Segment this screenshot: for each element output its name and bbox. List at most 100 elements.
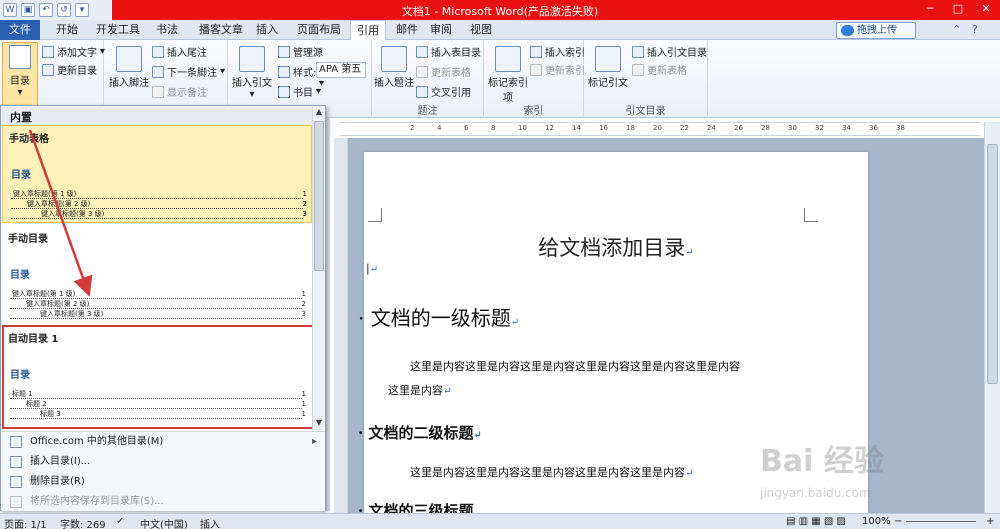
insert-caption-button[interactable]: 插入题注 (374, 46, 414, 89)
word-count[interactable]: 字数: 269 (60, 516, 106, 529)
page-count[interactable]: 页面: 1/1 (4, 516, 47, 529)
insert-table-of-figures-button[interactable]: 插入表目录 (416, 44, 481, 59)
menu-more-from-office[interactable]: Office.com 中的其他目录(M) ▸ (2, 432, 325, 452)
horizontal-ruler[interactable]: 2 4 6 8 10 12 14 16 18 20 22 24 26 28 30 32 34 36 38 (340, 122, 980, 136)
update-toc-button[interactable]: 更新目录 (42, 62, 97, 77)
ruler-number: 20 (653, 124, 662, 132)
ruler-number: 12 (545, 124, 554, 132)
insert-mode[interactable]: 插入 (200, 516, 220, 529)
tab-page-layout[interactable]: 页面布局 (290, 20, 348, 40)
tab-mailings[interactable]: 邮件 (392, 20, 422, 40)
ruler-number: 34 (842, 124, 851, 132)
minimize-button[interactable]: ─ (916, 0, 944, 18)
gallery-scrollbar[interactable]: ▲ ▼ (312, 107, 325, 430)
tab-insert[interactable]: 插入 (252, 20, 282, 40)
menu-item-label: 删除目录(R) (30, 476, 85, 487)
next-footnote-button[interactable]: 下一条脚注 ▾ (152, 64, 225, 79)
ruler-number: 14 (572, 124, 581, 132)
scroll-up-icon[interactable]: ▲ (313, 107, 325, 119)
body-text-line: 这里是内容这里是内容这里是内容这里是内容这里是内容↵ (410, 466, 694, 479)
add-text-label: 添加文字 (57, 48, 97, 59)
tab-view[interactable]: 视图 (466, 20, 496, 40)
update-index-label: 更新索引 (545, 66, 585, 77)
update-table-button: 更新表格 (416, 64, 471, 79)
insert-endnote-button[interactable]: 插入尾注 (152, 44, 207, 59)
toc-option-manual-toc[interactable]: 手动目录 目录 键入章标题(第 1 级) 1 键入章标题(第 2 级) 2 键入章标… (2, 226, 312, 326)
menu-item-label: Office.com 中的其他目录(M) (30, 436, 164, 447)
upload-button[interactable]: 拖拽上传 (836, 22, 916, 39)
toc-option-manual-table[interactable]: 手动表格 目录 键入章标题(第 1 级) 1 键入章标题(第 2 级) 2 键入章标… (2, 125, 312, 223)
watermark-brand: Bai 经验 (760, 444, 884, 479)
scroll-down-icon[interactable]: ▼ (313, 418, 325, 430)
endnote-icon (152, 45, 164, 58)
text-cursor: |↵ (366, 262, 379, 275)
tab-home[interactable]: 开始 (44, 20, 90, 40)
insert-toa-button[interactable]: 插入引文目录 (632, 44, 707, 59)
maximize-button[interactable]: □ (944, 0, 972, 18)
manage-sources-button[interactable]: 管理源 (278, 44, 323, 59)
toc-preview-page: 3 (302, 209, 307, 219)
ruler-number: 28 (761, 124, 770, 132)
insert-index-button[interactable]: 插入索引 (530, 44, 585, 59)
toc-preview-line: 键入章标题(第 1 级) (12, 290, 76, 298)
minimize-ribbon-icon[interactable]: ⌃ (952, 23, 961, 36)
close-button[interactable]: ✕ (972, 0, 1000, 18)
help-icon[interactable]: ? (972, 23, 978, 36)
show-notes-label: 显示备注 (167, 88, 207, 99)
toc-preview-line: 键入章标题(第 2 级) (26, 300, 90, 308)
citation-icon (239, 46, 265, 72)
update-index-button: 更新索引 (530, 62, 585, 77)
bibliography-icon (278, 85, 290, 98)
heading-level-2: · 文档的二级标题↵ (358, 424, 482, 442)
toc-preview-page: 3 (301, 309, 306, 319)
tab-review[interactable]: 审阅 (424, 20, 458, 40)
margin-corner (804, 208, 818, 222)
vertical-ruler[interactable] (334, 138, 348, 513)
bibliography-label: 书目 (293, 88, 313, 99)
zoom-level[interactable]: 100% (862, 516, 891, 527)
tab-file[interactable]: 文件 (0, 20, 40, 40)
upload-label: 拖拽上传 (857, 25, 897, 36)
mark-entry-button[interactable]: 标记索引项 (488, 46, 528, 104)
zoom-in-button[interactable]: + (986, 516, 994, 527)
toc-preview-line: 键入章标题(第 2 级) (27, 200, 91, 208)
tab-blog-post[interactable]: 播客文章 (190, 20, 252, 40)
highlight-box (2, 325, 325, 429)
citation-style-select[interactable]: APA 第五 ▾ (316, 62, 366, 89)
ruler-number: 4 (437, 124, 442, 132)
zoom-out-button[interactable]: − (894, 516, 902, 527)
zoom-slider[interactable] (906, 521, 976, 522)
tab-calligraphy[interactable]: 书法 (146, 20, 188, 40)
office-icon (10, 436, 22, 448)
insert-citation-button[interactable]: 插入引文 ▾ (230, 46, 274, 100)
gallery-header: 内置 (2, 107, 312, 125)
gallery-menu: Office.com 中的其他目录(M) ▸ 插入目录(I)... 删除目录(R)… (2, 431, 325, 511)
caption-icon (381, 46, 407, 72)
toc-icon (9, 45, 31, 69)
footnote-icon (116, 46, 142, 72)
insert-footnote-button[interactable]: 插入脚注 (108, 46, 150, 89)
language[interactable]: 中文(中国) (140, 516, 188, 529)
tab-references[interactable]: 引用 (350, 20, 386, 41)
toc-preview-line: 键入章标题(第 1 级) (13, 190, 77, 198)
menu-insert-toc[interactable]: 插入目录(I)... (2, 452, 325, 472)
citation-style-value: APA 第五 (319, 64, 362, 75)
tab-developer[interactable]: 开发工具 (90, 20, 146, 40)
ruler-number: 26 (734, 124, 743, 132)
add-text-button[interactable]: 添加文字 ▾ (42, 44, 105, 59)
toc-button[interactable]: 目录 ▾ (2, 42, 38, 109)
scrollbar-thumb[interactable] (987, 144, 998, 384)
spellcheck-icon[interactable]: ✓ (116, 516, 124, 527)
menu-remove-toc[interactable]: 删除目录(R) (2, 472, 325, 492)
bibliography-button[interactable]: 书目 ▾ (278, 84, 321, 99)
update-toa-button: 更新表格 (632, 62, 687, 77)
mark-citation-button[interactable]: 标记引文 (586, 46, 630, 89)
toc-preview-page: 2 (302, 199, 307, 209)
view-buttons-icon[interactable]: ▤ ▥ ▦ ▧ ▨ (786, 516, 846, 527)
cross-reference-icon (416, 85, 428, 98)
cross-reference-button[interactable]: 交叉引用 (416, 84, 471, 99)
body-text-line: 这里是内容↵ (388, 384, 452, 397)
cloud-icon (841, 25, 854, 36)
refresh-icon (42, 63, 54, 76)
gallery-scroll-thumb[interactable] (314, 121, 324, 271)
